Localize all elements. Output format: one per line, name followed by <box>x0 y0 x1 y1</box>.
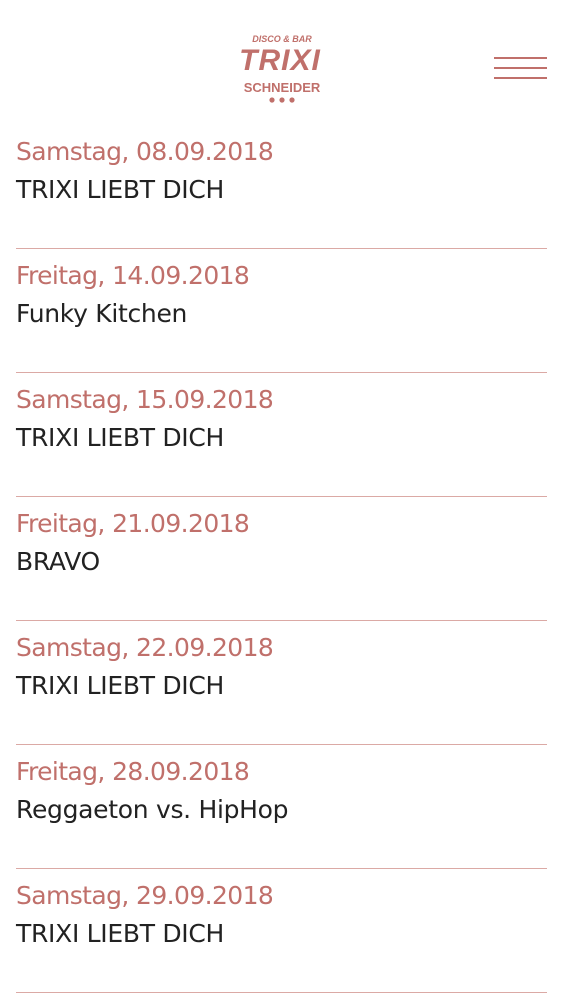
event-item[interactable]: Samstag, 15.09.2018 TRIXI LIEBT DICH <box>16 373 547 497</box>
trixi-schneider-logo[interactable]: DISCO & BAR TRIXI SCHNEIDER <box>232 30 332 108</box>
logo-name: TRIXI <box>239 44 321 77</box>
logo-tagline: DISCO & BAR <box>252 34 312 44</box>
event-title: Funky Kitchen <box>16 299 188 328</box>
event-item[interactable]: Freitag, 21.09.2018 BRAVO <box>16 497 547 621</box>
event-title: TRIXI LIEBT DICH <box>16 175 225 204</box>
event-date: Samstag, 08.09.2018 <box>16 137 274 166</box>
header: DISCO & BAR TRIXI SCHNEIDER <box>0 0 563 118</box>
event-title: TRIXI LIEBT DICH <box>16 919 225 948</box>
event-item[interactable]: Freitag, 14.09.2018 Funky Kitchen <box>16 249 547 373</box>
event-title: TRIXI LIEBT DICH <box>16 423 225 452</box>
event-date: Samstag, 29.09.2018 <box>16 881 274 910</box>
event-item[interactable]: Samstag, 08.09.2018 TRIXI LIEBT DICH <box>16 125 547 249</box>
hamburger-menu-icon-bar <box>494 67 547 69</box>
event-list: Samstag, 08.09.2018 TRIXI LIEBT DICH Fre… <box>16 125 547 993</box>
event-date: Samstag, 22.09.2018 <box>16 633 274 662</box>
logo-ornament-icon <box>269 97 295 103</box>
event-item[interactable]: Freitag, 28.09.2018 Reggaeton vs. HipHop <box>16 745 547 869</box>
event-title: Reggaeton vs. HipHop <box>16 795 289 824</box>
logo-subname: SCHNEIDER <box>244 80 321 95</box>
event-date: Freitag, 14.09.2018 <box>16 261 250 290</box>
event-title: BRAVO <box>16 547 100 576</box>
event-date: Freitag, 28.09.2018 <box>16 757 250 786</box>
hamburger-menu-icon-bar <box>494 77 547 79</box>
menu-button[interactable] <box>490 54 550 84</box>
event-date: Freitag, 21.09.2018 <box>16 509 250 538</box>
event-item[interactable]: Samstag, 29.09.2018 TRIXI LIEBT DICH <box>16 869 547 993</box>
event-item[interactable]: Samstag, 22.09.2018 TRIXI LIEBT DICH <box>16 621 547 745</box>
hamburger-menu-icon <box>494 57 547 59</box>
event-date: Samstag, 15.09.2018 <box>16 385 274 414</box>
event-title: TRIXI LIEBT DICH <box>16 671 225 700</box>
